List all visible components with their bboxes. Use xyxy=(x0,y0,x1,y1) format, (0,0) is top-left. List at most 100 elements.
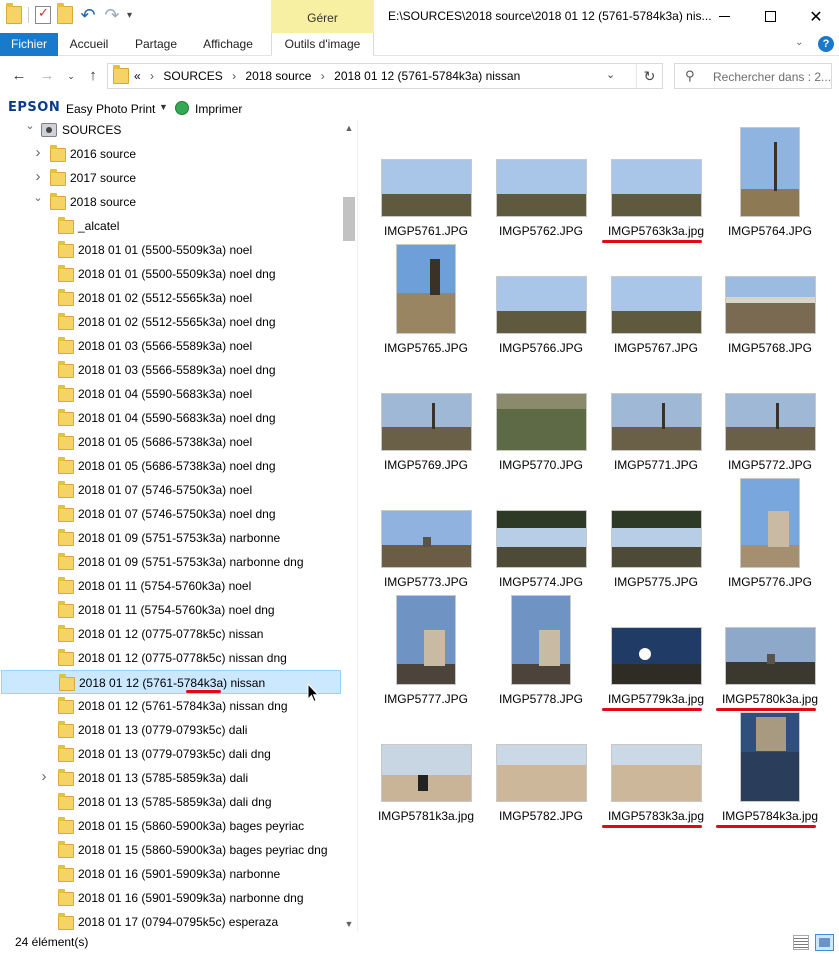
breadcrumb-sources[interactable]: SOURCES xyxy=(163,69,222,83)
file-tile[interactable]: IMGP5764.JPG xyxy=(724,127,839,239)
easy-photo-print-dropdown-icon[interactable]: ▼ xyxy=(159,102,168,112)
tree-item[interactable]: 2018 01 01 (5500-5509k3a) noel xyxy=(1,238,341,262)
tree-item[interactable]: 2018 01 12 (5761-5784k3a) nissan dng xyxy=(1,694,341,718)
file-tile[interactable]: IMGP5771.JPG xyxy=(610,361,726,473)
file-tile[interactable]: IMGP5780k3a.jpg xyxy=(716,595,839,711)
tree-item[interactable]: ⌄ 2018 source xyxy=(1,190,341,214)
tree-item[interactable]: 2018 01 02 (5512-5565k3a) noel xyxy=(1,286,341,310)
undo-icon[interactable]: ↶ xyxy=(79,6,97,24)
tree-item[interactable]: 2018 01 02 (5512-5565k3a) noel dng xyxy=(1,310,341,334)
back-arrow-icon[interactable]: ← xyxy=(10,67,28,85)
redo-icon[interactable]: ↷ xyxy=(103,6,121,24)
file-tile[interactable]: IMGP5775.JPG xyxy=(610,478,726,590)
tree-item[interactable]: 2018 01 12 (0775-0778k5c) nissan xyxy=(1,622,341,646)
breadcrumb-2018-source[interactable]: 2018 source xyxy=(245,69,311,83)
file-tile[interactable]: IMGP5774.JPG xyxy=(495,478,611,590)
file-tile[interactable]: IMGP5781k3a.jpg xyxy=(378,712,496,824)
tree-item[interactable]: 2018 01 12 (0775-0778k5c) nissan dng xyxy=(1,646,341,670)
print-button[interactable]: Imprimer xyxy=(195,102,242,116)
tree-item[interactable]: 2018 01 05 (5686-5738k3a) noel dng xyxy=(1,454,341,478)
tree-item[interactable]: 2018 01 16 (5901-5909k3a) narbonne xyxy=(1,862,341,886)
file-tile[interactable]: IMGP5772.JPG xyxy=(724,361,839,473)
address-field[interactable]: « › SOURCES › 2018 source › 2018 01 12 (… xyxy=(107,63,663,89)
tab-fichier[interactable]: Fichier xyxy=(0,33,58,56)
scroll-up-icon[interactable]: ▲ xyxy=(341,120,357,136)
chevron-down-icon[interactable]: ⌄ xyxy=(24,120,36,133)
close-button[interactable]: ✕ xyxy=(793,0,839,33)
scrollbar-thumb[interactable] xyxy=(343,197,355,241)
file-tile[interactable]: IMGP5766.JPG xyxy=(495,244,611,356)
file-tile[interactable]: IMGP5762.JPG xyxy=(495,127,611,239)
tree-item[interactable]: 2018 01 07 (5746-5750k3a) noel dng xyxy=(1,502,341,526)
tree-item[interactable]: › 2016 source xyxy=(1,142,341,166)
chevron-right-icon[interactable]: › xyxy=(38,769,50,784)
manage-contextual-tab[interactable]: Gérer xyxy=(271,0,374,33)
search-field[interactable]: ⚲ Rechercher dans : 2... xyxy=(674,63,832,89)
file-tile[interactable]: IMGP5761.JPG xyxy=(380,127,496,239)
tree-item[interactable]: 2018 01 09 (5751-5753k3a) narbonne xyxy=(1,526,341,550)
new-folder-icon[interactable] xyxy=(57,3,73,24)
tree-item[interactable]: 2018 01 13 (5785-5859k3a) dali dng xyxy=(1,790,341,814)
tree-item[interactable]: 2018 01 11 (5754-5760k3a) noel xyxy=(1,574,341,598)
tree-item[interactable]: 2018 01 03 (5566-5589k3a) noel xyxy=(1,334,341,358)
tree-item[interactable]: 2018 01 13 (0779-0793k5c) dali xyxy=(1,718,341,742)
tree-item[interactable]: 2018 01 07 (5746-5750k3a) noel xyxy=(1,478,341,502)
breadcrumb-current-folder[interactable]: 2018 01 12 (5761-5784k3a) nissan xyxy=(334,69,520,83)
file-tile[interactable]: IMGP5768.JPG xyxy=(724,244,839,356)
recent-locations-icon[interactable]: ⌄ xyxy=(62,67,80,85)
tree-item[interactable]: 2018 01 16 (5901-5909k3a) narbonne dng xyxy=(1,886,341,910)
tree-item[interactable]: 2018 01 04 (5590-5683k3a) noel xyxy=(1,382,341,406)
file-tile[interactable]: IMGP5765.JPG xyxy=(380,244,496,356)
tree-item[interactable]: › 2018 01 13 (5785-5859k3a) dali xyxy=(1,766,341,790)
file-tile[interactable]: IMGP5777.JPG xyxy=(380,595,496,707)
folder-icon[interactable] xyxy=(6,3,22,24)
tree-item[interactable]: 2018 01 09 (5751-5753k3a) narbonne dng xyxy=(1,550,341,574)
refresh-icon[interactable]: ↻ xyxy=(636,64,662,88)
easy-photo-print-button[interactable]: Easy Photo Print xyxy=(66,102,155,116)
qat-customize-icon[interactable]: ▾ xyxy=(127,10,132,21)
forward-arrow-icon[interactable]: → xyxy=(38,67,56,85)
tab-outils-image[interactable]: Outils d'image xyxy=(271,33,374,56)
chevron-right-icon[interactable]: › xyxy=(32,145,44,160)
file-tile[interactable]: IMGP5770.JPG xyxy=(495,361,611,473)
maximize-button[interactable] xyxy=(747,0,793,33)
tree-item[interactable]: 2018 01 15 (5860-5900k3a) bages peyriac … xyxy=(1,838,341,862)
file-tile[interactable]: IMGP5767.JPG xyxy=(610,244,726,356)
up-arrow-icon[interactable]: ↑ xyxy=(84,67,102,85)
chevron-right-icon[interactable]: › xyxy=(32,169,44,184)
tree-item[interactable]: _alcatel xyxy=(1,214,341,238)
properties-icon[interactable] xyxy=(35,5,51,24)
tree-item[interactable]: ⌄ SOURCES xyxy=(1,120,341,142)
scroll-down-icon[interactable]: ▼ xyxy=(341,916,357,932)
file-tile[interactable]: IMGP5776.JPG xyxy=(724,478,839,590)
navigation-scrollbar[interactable]: ▲ ▼ xyxy=(341,120,357,932)
file-tile[interactable]: IMGP5778.JPG xyxy=(495,595,611,707)
file-tile[interactable]: IMGP5769.JPG xyxy=(380,361,496,473)
file-tile[interactable]: IMGP5763k3a.jpg xyxy=(602,127,726,243)
tree-item[interactable]: 2018 01 03 (5566-5589k3a) noel dng xyxy=(1,358,341,382)
tab-affichage[interactable]: Affichage xyxy=(195,33,261,56)
file-tile[interactable]: IMGP5782.JPG xyxy=(495,712,611,824)
tree-item[interactable]: 2018 01 01 (5500-5509k3a) noel dng xyxy=(1,262,341,286)
tab-accueil[interactable]: Accueil xyxy=(58,33,120,56)
file-tile[interactable]: IMGP5783k3a.jpg xyxy=(602,712,726,828)
address-dropdown-icon[interactable]: ⌄ xyxy=(606,68,615,81)
file-tile[interactable]: IMGP5779k3a.jpg xyxy=(602,595,726,711)
file-tile[interactable]: IMGP5773.JPG xyxy=(380,478,496,590)
tree-item[interactable]: 2018 01 05 (5686-5738k3a) noel xyxy=(1,430,341,454)
tree-item[interactable]: 2018 01 11 (5754-5760k3a) noel dng xyxy=(1,598,341,622)
chevron-down-icon[interactable]: ⌄ xyxy=(32,191,44,205)
tree-item[interactable]: 2018 01 13 (0779-0793k5c) dali dng xyxy=(1,742,341,766)
file-tile[interactable]: IMGP5784k3a.jpg xyxy=(716,712,839,828)
large-icons-view-icon[interactable] xyxy=(815,934,834,951)
tree-item[interactable]: 2018 01 15 (5860-5900k3a) bages peyriac xyxy=(1,814,341,838)
tab-partage[interactable]: Partage xyxy=(124,33,188,56)
tree-item[interactable]: 2018 01 04 (5590-5683k3a) noel dng xyxy=(1,406,341,430)
help-icon[interactable]: ? xyxy=(818,36,834,52)
tree-item[interactable]: 2018 01 17 (0794-0795k5c) esperaza xyxy=(1,910,341,932)
details-view-icon[interactable] xyxy=(793,935,809,950)
tree-item-selected[interactable]: 2018 01 12 (5761-5784k3a) nissan xyxy=(1,670,341,694)
tree-item[interactable]: › 2017 source xyxy=(1,166,341,190)
minimize-button[interactable] xyxy=(701,0,747,33)
chevron-down-icon[interactable]: ⌄ xyxy=(795,37,803,48)
